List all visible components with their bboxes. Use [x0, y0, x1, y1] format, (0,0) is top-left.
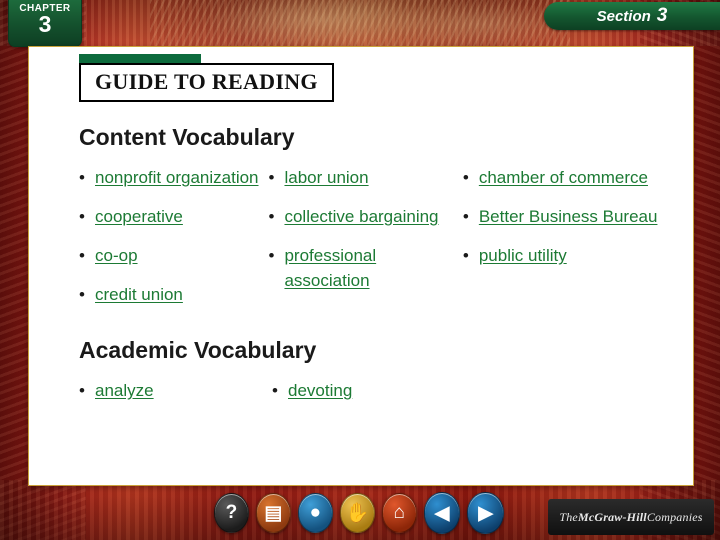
bullet-icon: •: [462, 207, 469, 226]
academic-vocabulary-column-2: • devoting: [272, 378, 470, 417]
globe-button[interactable]: ●: [297, 493, 333, 533]
hand-button[interactable]: ✋: [339, 493, 375, 533]
academic-vocabulary-heading: Academic Vocabulary: [79, 337, 317, 363]
content-vocabulary-column-1: • nonprofit organization • cooperative •…: [79, 165, 268, 321]
vocab-term: co-op: [95, 246, 138, 265]
bullet-icon: •: [462, 246, 469, 265]
list-item: • analyze: [79, 378, 272, 403]
publisher-suffix: Companies: [646, 509, 703, 524]
list-item: • nonprofit organization: [79, 165, 268, 190]
bullet-icon: •: [268, 168, 275, 187]
bullet-icon: •: [268, 246, 275, 265]
vocab-term: cooperative: [95, 207, 183, 226]
bullet-icon: •: [79, 168, 85, 187]
previous-button[interactable]: ◀: [423, 492, 461, 534]
book-icon: ▤: [264, 502, 283, 524]
content-vocabulary-heading: Content Vocabulary: [79, 124, 295, 150]
list-item: • credit union: [79, 282, 268, 307]
vocab-term: public utility: [478, 246, 567, 265]
list-item: • devoting: [272, 378, 470, 403]
section-word: Section: [596, 7, 651, 25]
background-texture-banknote: [150, 0, 570, 46]
list-item: • co-op: [79, 243, 268, 268]
list-item: • cooperative: [79, 204, 268, 229]
vocab-term: chamber of commerce: [478, 168, 648, 187]
home-icon: ⌂: [393, 502, 405, 523]
help-button[interactable]: ?: [214, 493, 249, 533]
content-panel: GUIDE TO READING Content Vocabulary • no…: [28, 46, 694, 486]
bullet-icon: •: [79, 285, 85, 304]
bullet-icon: •: [79, 207, 85, 226]
question-mark-icon: ?: [225, 502, 238, 523]
home-button[interactable]: ⌂: [381, 493, 417, 533]
bullet-icon: •: [272, 381, 278, 400]
section-number: 3: [656, 5, 668, 26]
navigation-toolbar: ? ▤ ● ✋ ⌂ ◀ ▶: [214, 490, 505, 536]
list-item: • professional association: [268, 243, 462, 293]
hand-icon: ✋: [345, 503, 370, 524]
vocab-term: Better Business Bureau: [478, 207, 658, 226]
list-item: • Better Business Bureau: [463, 204, 669, 229]
slide: CHAPTER 3 Section 3 GUIDE TO READING Con…: [0, 0, 720, 540]
chevron-right-icon: ▶: [478, 502, 493, 524]
publisher-prefix: The: [559, 509, 578, 524]
vocab-term: professional association: [284, 246, 377, 290]
next-button[interactable]: ▶: [467, 492, 505, 534]
publisher-name: McGraw-Hill: [577, 509, 647, 524]
chapter-number: 3: [38, 11, 52, 37]
guide-to-reading-title: GUIDE TO READING: [95, 69, 318, 94]
content-vocabulary-columns: • nonprofit organization • cooperative •…: [79, 165, 669, 321]
bullet-icon: •: [268, 207, 275, 226]
content-vocabulary-column-3: • chamber of commerce • Better Business …: [463, 165, 669, 321]
vocab-term: analyze: [95, 381, 154, 400]
list-item: • labor union: [268, 165, 462, 190]
section-banner: Section 3: [544, 2, 720, 30]
publisher-logo: The McGraw-Hill Companies: [548, 499, 714, 535]
vocab-term: nonprofit organization: [95, 168, 259, 187]
list-item: • collective bargaining: [268, 204, 462, 229]
academic-vocabulary-columns: • analyze • devoting: [79, 378, 669, 417]
vocab-term: devoting: [288, 381, 353, 400]
academic-vocabulary-column-1: • analyze: [79, 378, 272, 417]
guide-to-reading-box: GUIDE TO READING: [79, 54, 334, 102]
book-button[interactable]: ▤: [255, 493, 291, 533]
chapter-tab: CHAPTER 3: [8, 0, 82, 47]
chevron-left-icon: ◀: [434, 502, 450, 524]
vocab-term: labor union: [284, 168, 369, 187]
content-vocabulary-column-2: • labor union • collective bargaining • …: [268, 165, 462, 321]
globe-icon: ●: [309, 502, 322, 523]
bullet-icon: •: [79, 381, 85, 400]
bullet-icon: •: [462, 168, 469, 187]
list-item: • public utility: [463, 243, 669, 268]
vocab-term: collective bargaining: [284, 207, 439, 226]
bullet-icon: •: [79, 246, 85, 265]
vocab-term: credit union: [95, 285, 183, 304]
list-item: • chamber of commerce: [463, 165, 669, 190]
